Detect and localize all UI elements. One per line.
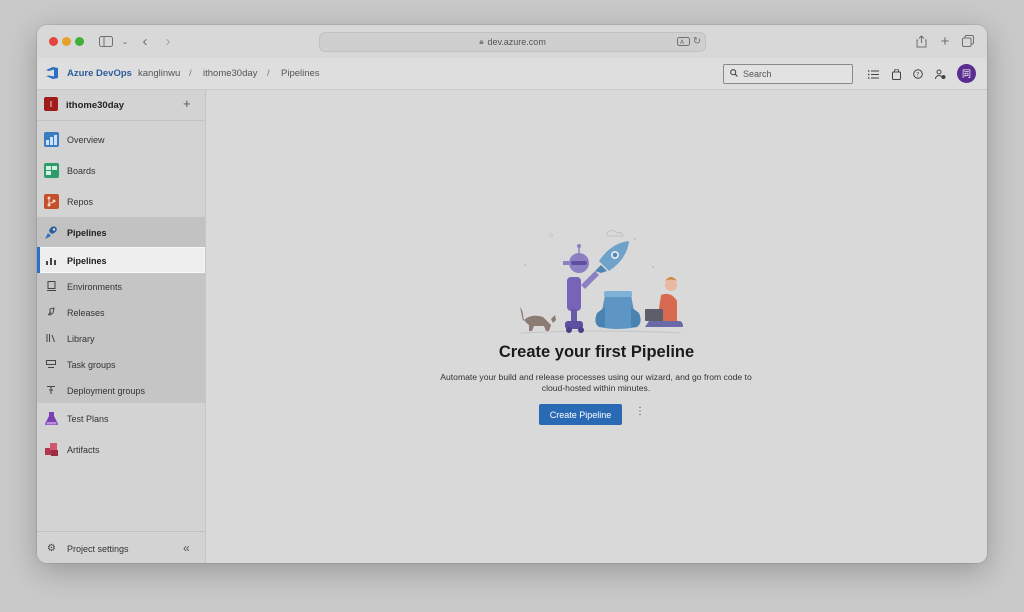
sidebar: I ithome30day + Overview Boards Repos Pi…: [37, 90, 206, 563]
sidebar-subitem-label: Pipelines: [67, 256, 107, 266]
user-settings-icon[interactable]: [933, 67, 947, 81]
lock-icon: 🔒︎: [479, 37, 484, 46]
zoom-window-button[interactable]: [75, 37, 84, 46]
address-bar[interactable]: 🔒︎ dev.azure.com: [319, 32, 706, 52]
breadcrumb-project[interactable]: ithome30day: [203, 68, 257, 79]
svg-text:?: ?: [916, 72, 919, 79]
artifacts-icon: [44, 442, 59, 457]
avatar[interactable]: 同: [957, 64, 976, 83]
breadcrumb-organization[interactable]: kanglinwu: [138, 68, 180, 79]
sidebar-item-label: Test Plans: [67, 414, 109, 424]
chevron-down-icon[interactable]: ⌄: [116, 33, 134, 49]
forward-icon[interactable]: ›: [159, 33, 177, 50]
svg-text:A: A: [680, 39, 685, 46]
sidebar-item-label: Boards: [67, 166, 96, 176]
breadcrumb-page[interactable]: Pipelines: [281, 68, 320, 79]
share-icon[interactable]: [912, 33, 930, 49]
close-window-button[interactable]: [49, 37, 58, 46]
sidebar-item-label: Repos: [67, 197, 94, 207]
breadcrumb-separator: /: [267, 68, 270, 79]
project-header[interactable]: I ithome30day +: [37, 90, 205, 121]
project-settings-button[interactable]: ⚙︎ Project settings «: [37, 531, 205, 563]
pipeline-illustration: [511, 225, 691, 337]
sidebar-toggle-icon[interactable]: [97, 33, 115, 49]
overview-icon: [44, 132, 59, 147]
browser-window: ⌄ ‹ › 🔒︎ dev.azure.com A ↻ + Azure DevOp…: [37, 25, 987, 563]
sidebar-subitem-label: Library: [67, 334, 95, 344]
sidebar-item-label: Artifacts: [67, 445, 100, 455]
sidebar-subitem-label: Releases: [67, 308, 105, 318]
breadcrumb-separator: /: [189, 68, 192, 79]
reload-icon[interactable]: ↻: [688, 33, 706, 49]
collapse-sidebar-icon[interactable]: «: [183, 541, 190, 555]
sidebar-item-test-plans[interactable]: Test Plans: [37, 403, 205, 434]
sidebar-subitem-environments[interactable]: Environments: [37, 273, 205, 299]
sidebar-subitem-label: Task groups: [67, 360, 116, 370]
add-icon[interactable]: +: [183, 96, 191, 111]
sidebar-subitem-deployment-groups[interactable]: Deployment groups: [37, 377, 205, 403]
create-pipeline-button[interactable]: Create Pipeline: [539, 404, 622, 425]
sidebar-item-overview[interactable]: Overview: [37, 124, 205, 155]
test-plans-icon: [44, 411, 59, 426]
sidebar-item-boards[interactable]: Boards: [37, 155, 205, 186]
minimize-window-button[interactable]: [62, 37, 71, 46]
back-icon[interactable]: ‹: [136, 33, 154, 50]
sidebar-subitem-releases[interactable]: Releases: [37, 299, 205, 325]
project-name[interactable]: ithome30day: [66, 100, 124, 111]
marketplace-bag-icon[interactable]: [889, 67, 903, 81]
address-url: dev.azure.com: [487, 37, 546, 47]
search-placeholder: Search: [743, 69, 772, 79]
app-header: Azure DevOps kanglinwu / ithome30day / P…: [37, 58, 987, 90]
sidebar-item-pipelines[interactable]: Pipelines: [37, 217, 205, 248]
sidebar-item-artifacts[interactable]: Artifacts: [37, 434, 205, 465]
main-content: Create your first Pipeline Automate your…: [206, 90, 987, 563]
task-groups-icon: [46, 359, 56, 369]
search-icon: [730, 69, 738, 79]
sidebar-subitem-task-groups[interactable]: Task groups: [37, 351, 205, 377]
gear-icon: ⚙︎: [47, 543, 56, 554]
new-tab-icon[interactable]: +: [936, 33, 954, 50]
page-title: Create your first Pipeline: [498, 343, 695, 361]
more-options-icon[interactable]: ⋮: [635, 406, 645, 417]
sidebar-subitem-library[interactable]: Library: [37, 325, 205, 351]
sidebar-item-label: Pipelines: [67, 228, 107, 238]
library-icon: [46, 333, 56, 343]
browser-toolbar: ⌄ ‹ › 🔒︎ dev.azure.com A ↻ +: [37, 25, 987, 59]
sidebar-subitem-pipelines[interactable]: Pipelines: [37, 247, 205, 273]
deployment-groups-icon: [46, 385, 56, 395]
repos-icon: [44, 194, 59, 209]
sidebar-subitem-label: Environments: [67, 282, 123, 292]
search-input[interactable]: Search: [723, 64, 853, 84]
tab-overview-icon[interactable]: [959, 33, 977, 49]
help-icon[interactable]: ?: [911, 67, 925, 81]
pipelines-submenu: Pipelines Environments Releases Library: [37, 247, 205, 403]
project-settings-label: Project settings: [67, 544, 129, 554]
pipelines-sub-icon: [46, 255, 56, 265]
sidebar-item-repos[interactable]: Repos: [37, 186, 205, 217]
pipelines-icon: [44, 225, 59, 240]
sidebar-item-label: Overview: [67, 135, 105, 145]
work-items-list-icon[interactable]: [866, 67, 880, 81]
environments-icon: [46, 281, 56, 291]
releases-icon: [46, 307, 56, 317]
brand-name[interactable]: Azure DevOps: [67, 68, 132, 79]
project-badge: I: [44, 97, 58, 111]
boards-icon: [44, 163, 59, 178]
sidebar-subitem-label: Deployment groups: [67, 386, 146, 396]
azure-devops-logo-icon[interactable]: [45, 66, 59, 80]
page-description: Automate your build and release processe…: [440, 372, 752, 393]
